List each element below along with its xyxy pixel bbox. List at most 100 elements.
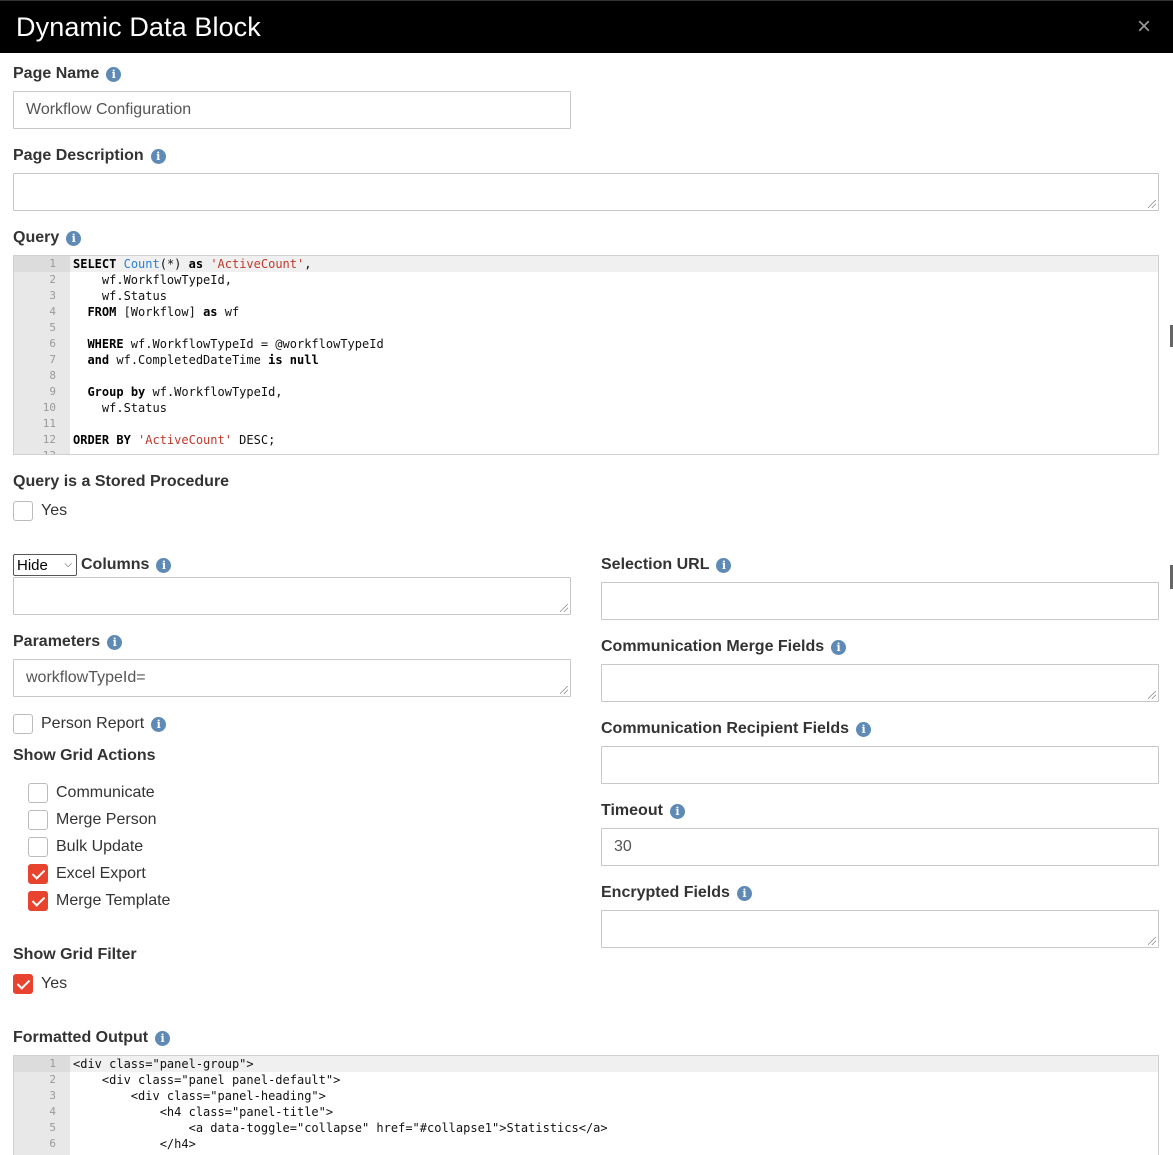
- parameters-textarea[interactable]: workflowTypeId=: [13, 659, 571, 697]
- modal-title: Dynamic Data Block: [16, 12, 261, 42]
- checkbox-box[interactable]: [13, 501, 33, 521]
- line-number: 9: [49, 385, 56, 398]
- code-line: 4 FROM [Workflow] as wf: [14, 304, 1158, 320]
- formatted-output-label-text: Formatted Output: [13, 1029, 149, 1046]
- recipient-fields-input[interactable]: [601, 746, 1159, 784]
- merge-fields-label-text: Communication Merge Fields: [601, 638, 825, 655]
- grid-actions-label-text: Show Grid Actions: [13, 747, 156, 764]
- grid-action-checkbox[interactable]: Merge Person: [28, 810, 157, 830]
- checkbox-label: Communicate: [56, 784, 155, 801]
- line-number: 11: [42, 417, 56, 430]
- resize-grip-icon[interactable]: [1148, 691, 1156, 699]
- columns-mode-select[interactable]: Hide ⌵: [13, 554, 77, 576]
- formatted-output-code-editor[interactable]: 1 <div class="panel-group"> 2 <div class="…: [13, 1055, 1159, 1155]
- resize-grip-icon[interactable]: [1148, 937, 1156, 945]
- parameters-label-text: Parameters: [13, 633, 101, 650]
- info-icon[interactable]: i: [716, 557, 732, 573]
- grid-filter-checkbox[interactable]: Yes: [13, 974, 67, 994]
- parameters-label: Parameters i: [13, 633, 123, 651]
- checkbox-box[interactable]: [28, 891, 48, 911]
- code-text: SELECT Count(*) as 'ActiveCount',: [73, 257, 312, 271]
- page-name-input[interactable]: Workflow Configuration: [13, 91, 571, 129]
- code-line: 7 and wf.CompletedDateTime is null: [14, 352, 1158, 368]
- stored-procedure-label: Query is a Stored Procedure: [13, 473, 229, 491]
- encrypted-fields-textarea[interactable]: [601, 910, 1159, 948]
- merge-fields-textarea[interactable]: [601, 664, 1159, 702]
- resize-grip-icon[interactable]: [560, 604, 568, 612]
- resize-grip-icon[interactable]: [560, 686, 568, 694]
- close-icon[interactable]: ×: [1137, 13, 1151, 41]
- grid-action-checkbox[interactable]: Excel Export: [28, 864, 146, 884]
- code-line: 5: [14, 320, 1158, 336]
- checkbox-box[interactable]: [28, 864, 48, 884]
- code-line: 2 <div class="panel panel-default">: [14, 1072, 1158, 1088]
- columns-label-text: Columns: [81, 556, 150, 573]
- timeout-value: 30: [614, 838, 632, 855]
- info-icon[interactable]: i: [831, 639, 847, 655]
- code-text: <h4 class="panel-title">: [73, 1105, 334, 1119]
- code-text: ORDER BY 'ActiveCount' DESC;: [73, 433, 276, 447]
- selection-url-input[interactable]: [601, 582, 1159, 620]
- info-icon[interactable]: i: [155, 1030, 171, 1046]
- timeout-input[interactable]: 30: [601, 828, 1159, 866]
- grid-action-checkbox[interactable]: Communicate: [28, 783, 155, 803]
- chevron-down-icon: ⌵: [64, 559, 72, 570]
- checkbox-box[interactable]: [13, 714, 33, 734]
- page-description-label: Page Description i: [13, 147, 166, 165]
- line-number: 3: [49, 289, 56, 302]
- person-report-checkbox[interactable]: Person Report i: [13, 714, 167, 734]
- code-line: 4 <h4 class="panel-title">: [14, 1104, 1158, 1120]
- code-line: 9 Group by wf.WorkflowTypeId,: [14, 384, 1158, 400]
- info-icon[interactable]: i: [106, 66, 122, 82]
- grid-filter-label-text: Show Grid Filter: [13, 946, 137, 963]
- code-text: <div class="panel-group">: [73, 1057, 254, 1071]
- info-icon[interactable]: i: [107, 634, 123, 650]
- query-label: Query i: [13, 229, 82, 247]
- info-icon[interactable]: i: [736, 885, 752, 901]
- code-line: 8: [14, 368, 1158, 384]
- recipient-fields-label: Communication Recipient Fields i: [601, 720, 872, 738]
- page-description-textarea[interactable]: [13, 173, 1159, 211]
- line-number: 1: [14, 1056, 70, 1072]
- query-label-text: Query: [13, 229, 60, 246]
- timeout-label-text: Timeout: [601, 802, 663, 819]
- resize-grip-icon[interactable]: [1148, 200, 1156, 208]
- timeout-label: Timeout i: [601, 802, 685, 820]
- info-icon[interactable]: i: [66, 230, 82, 246]
- line-number: 1: [14, 256, 70, 272]
- selection-url-label: Selection URL i: [601, 556, 732, 574]
- info-icon[interactable]: i: [151, 716, 167, 732]
- line-number: 5: [49, 1121, 56, 1134]
- info-icon[interactable]: i: [150, 148, 166, 164]
- columns-textarea[interactable]: [13, 577, 571, 615]
- code-text: wf.Status: [73, 401, 167, 415]
- checkbox-box[interactable]: [28, 810, 48, 830]
- info-icon[interactable]: i: [156, 557, 172, 573]
- line-number: 4: [49, 1105, 56, 1118]
- stored-procedure-checkbox[interactable]: Yes: [13, 501, 67, 521]
- grid-action-checkbox[interactable]: Merge Template: [28, 891, 170, 911]
- line-number: 10: [42, 401, 56, 414]
- line-number: 3: [49, 1089, 56, 1102]
- code-text: FROM [Workflow] as wf: [87, 305, 240, 319]
- code-text: <div class="panel panel-default">: [73, 1073, 341, 1087]
- grid-actions-label: Show Grid Actions: [13, 747, 156, 765]
- info-icon[interactable]: i: [856, 721, 872, 737]
- checkbox-label: Excel Export: [56, 865, 146, 882]
- code-line: 13: [14, 448, 1158, 454]
- code-line: 1 SELECT Count(*) as 'ActiveCount',: [14, 256, 1158, 272]
- code-text: Group by wf.WorkflowTypeId,: [87, 385, 283, 399]
- code-line: 3 wf.Status: [14, 288, 1158, 304]
- code-text: and wf.CompletedDateTime is null: [87, 353, 319, 367]
- line-number: 4: [49, 305, 56, 318]
- checkbox-label: Bulk Update: [56, 838, 144, 855]
- query-code-editor[interactable]: 1 SELECT Count(*) as 'ActiveCount', 2 wf.W…: [13, 255, 1159, 455]
- checkbox-box[interactable]: [13, 974, 33, 994]
- info-icon[interactable]: i: [669, 803, 685, 819]
- checkbox-box[interactable]: [28, 837, 48, 857]
- grid-action-checkbox[interactable]: Bulk Update: [28, 837, 143, 857]
- page-name-value: Workflow Configuration: [26, 101, 192, 118]
- formatted-output-label: Formatted Output i: [13, 1029, 171, 1047]
- encrypted-fields-label: Encrypted Fields i: [601, 884, 752, 902]
- checkbox-box[interactable]: [28, 783, 48, 803]
